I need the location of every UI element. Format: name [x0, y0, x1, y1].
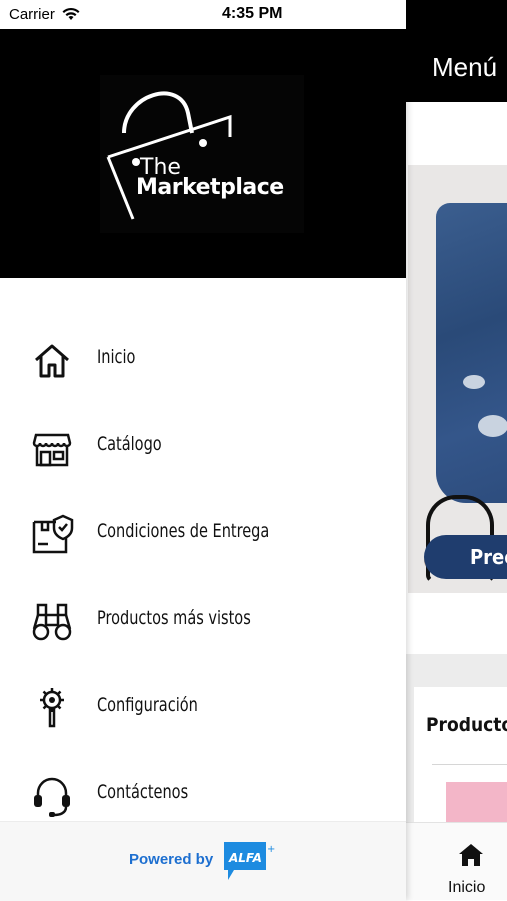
menu-item-condiciones-entrega[interactable]: Condiciones de Entrega — [0, 502, 406, 562]
tab-inicio-label[interactable]: Inicio — [448, 879, 485, 897]
jeans-tear — [478, 415, 507, 437]
banner-image[interactable] — [408, 165, 507, 593]
menu-item-productos-mas-vistos[interactable]: Productos más vistos — [0, 589, 406, 649]
side-drawer: Carrier 4:35 PM The Marketplace Inicio C… — [0, 0, 406, 901]
carrier-label: Carrier — [9, 6, 55, 23]
menu-label-catalogo: Catálogo — [97, 433, 162, 455]
menu-label-contactenos: Contáctenos — [97, 781, 189, 803]
svg-text:+: + — [267, 844, 275, 855]
menu-item-catalogo[interactable]: Catálogo — [0, 415, 406, 475]
tab-bar: Inicio — [406, 822, 507, 900]
logo-text-marketplace: Marketplace — [136, 175, 284, 200]
home-tab-icon[interactable] — [458, 843, 484, 872]
binoculars-icon — [30, 599, 74, 643]
clock: 4:35 PM — [222, 5, 283, 22]
price-button[interactable]: Prec — [424, 535, 507, 579]
menu-label-configuracion: Configuración — [97, 694, 198, 716]
jeans-tear — [463, 375, 485, 389]
powered-by-label: Powered by — [129, 851, 214, 868]
section-title: Producto — [426, 714, 507, 736]
menu-item-contactenos[interactable]: Contáctenos — [0, 763, 406, 823]
menu-label-inicio: Inicio — [97, 346, 136, 368]
menu-label-productos-mas-vistos: Productos más vistos — [97, 607, 251, 629]
price-button-label: Prec — [470, 545, 507, 569]
wifi-icon — [61, 6, 81, 26]
drawer-header: The Marketplace — [0, 29, 406, 278]
menu-item-inicio[interactable]: Inicio — [0, 328, 406, 388]
delivery-box-icon — [30, 512, 74, 556]
app-header: Menú — [406, 0, 507, 102]
product-thumbnail[interactable] — [446, 782, 507, 822]
alfa-logo-text: ALFA — [228, 851, 262, 865]
settings-wrench-icon — [30, 686, 74, 730]
background-app: Menú Prec Producto Inicio — [406, 0, 507, 900]
store-icon — [30, 425, 74, 469]
marketplace-logo: The Marketplace — [100, 75, 304, 233]
drawer-footer: Powered by ALFA + — [0, 821, 406, 901]
status-bar: Carrier 4:35 PM — [0, 0, 406, 29]
divider — [432, 764, 507, 765]
alfa-logo[interactable]: ALFA + — [220, 840, 276, 889]
headset-icon — [30, 773, 74, 817]
menu-label-condiciones-entrega: Condiciones de Entrega — [97, 520, 270, 542]
app-title: Menú — [432, 52, 498, 82]
jeans-image — [436, 203, 507, 503]
shopping-bag-icon — [106, 91, 232, 220]
menu-item-configuracion[interactable]: Configuración — [0, 676, 406, 736]
home-icon — [30, 338, 74, 382]
